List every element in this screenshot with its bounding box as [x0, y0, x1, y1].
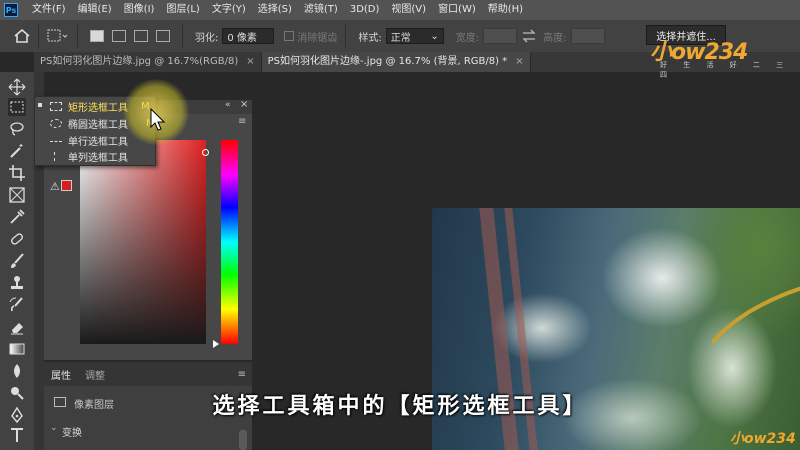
style-label: 样式:: [358, 32, 382, 44]
height-label: 高度:: [543, 32, 567, 44]
rectangular-marquee-tool-icon[interactable]: [8, 98, 26, 116]
close-icon[interactable]: ×: [246, 52, 254, 72]
width-input[interactable]: [483, 28, 518, 44]
panel-menu-icon[interactable]: ≡: [238, 116, 246, 127]
divider: [182, 25, 183, 47]
divider: [345, 25, 347, 47]
gradient-tool-icon[interactable]: [8, 340, 26, 358]
intersect-selection-mode-icon[interactable]: [156, 30, 170, 42]
hue-slider-handle-icon[interactable]: [213, 340, 219, 348]
gamut-color-swatch[interactable]: [61, 180, 72, 191]
watermark-slogan: 好 生 活 好 二 三 四: [660, 61, 791, 79]
panel-menu-icon[interactable]: ≡: [238, 369, 246, 380]
tab-label: PS如何羽化图片边缘.jpg @ 16.7%(RGB/8): [40, 56, 239, 67]
divider: [77, 25, 78, 47]
brush-tool-icon[interactable]: [8, 252, 26, 270]
close-icon[interactable]: ×: [240, 99, 248, 110]
history-brush-tool-icon[interactable]: [8, 296, 26, 314]
crop-tool-icon[interactable]: [8, 164, 26, 182]
menu-window[interactable]: 窗口(W): [432, 0, 482, 20]
video-caption: 选择工具箱中的【矩形选框工具】: [212, 394, 588, 419]
clone-stamp-tool-icon[interactable]: [8, 274, 26, 292]
single-column-marquee-icon: [54, 151, 58, 161]
chevron-down-icon: ⌄: [430, 30, 439, 42]
eyedropper-tool-icon[interactable]: [8, 208, 26, 226]
flyout-item-label: 单行选框工具: [68, 136, 128, 148]
feather-label: 羽化:: [195, 32, 219, 44]
menu-edit[interactable]: 编辑(E): [72, 0, 118, 20]
marquee-preset-icon[interactable]: [47, 28, 69, 44]
properties-scrollbar[interactable]: [239, 430, 247, 450]
flyout-item-label: 单列选框工具: [68, 152, 128, 164]
transform-section-label[interactable]: 变换: [62, 424, 82, 439]
elliptical-marquee-icon: [50, 118, 62, 128]
menu-layer[interactable]: 图层(L): [160, 0, 205, 20]
divider: [38, 25, 39, 47]
photoshop-logo-icon: Ps: [4, 3, 18, 17]
add-selection-mode-icon[interactable]: [112, 30, 126, 42]
color-picker-handle[interactable]: [202, 149, 209, 156]
frame-tool-icon[interactable]: [8, 186, 26, 204]
antialias-checkbox[interactable]: [284, 31, 295, 41]
hue-slider[interactable]: [221, 140, 238, 344]
swap-dimensions-icon[interactable]: [521, 29, 537, 43]
rectangular-marquee-icon: [50, 101, 62, 111]
menu-type[interactable]: 文字(Y): [206, 0, 252, 20]
subtract-selection-mode-icon[interactable]: [134, 30, 148, 42]
type-tool-icon[interactable]: [8, 426, 26, 444]
height-input[interactable]: [570, 28, 605, 44]
move-tool-icon[interactable]: [8, 78, 26, 96]
document-tab[interactable]: PS如何羽化图片边缘.jpg @ 16.7%(RGB/8) ×: [34, 52, 262, 72]
style-value: 正常: [390, 32, 411, 44]
watermark-logo-bottom: 小ow234: [730, 431, 796, 447]
feather-input[interactable]: 0 像素: [222, 28, 275, 44]
tab-properties[interactable]: 属性: [44, 367, 78, 382]
new-selection-mode-icon[interactable]: [90, 30, 104, 42]
document-tab-active[interactable]: PS如何羽化图片边缘-.jpg @ 16.7% (背景, RGB/8) * ×: [261, 52, 531, 72]
tab-adjustments[interactable]: 调整: [78, 367, 112, 382]
tab-label: PS如何羽化图片边缘-.jpg @ 16.7% (背景, RGB/8) *: [267, 56, 508, 67]
width-label: 宽度:: [455, 32, 480, 44]
mouse-cursor-icon: [150, 108, 166, 131]
flyout-single-column-marquee[interactable]: 单列选框工具: [35, 148, 155, 164]
flyout-item-label: 矩形选框工具: [68, 102, 128, 114]
magic-wand-tool-icon[interactable]: [8, 142, 26, 160]
menu-select[interactable]: 选择(S): [252, 0, 298, 20]
menu-image[interactable]: 图像(I): [118, 0, 161, 20]
menu-bar: Ps 文件(F) 编辑(E) 图像(I) 图层(L) 文字(Y) 选择(S) 滤…: [0, 0, 800, 20]
image-detail: [712, 286, 800, 345]
menu-filter[interactable]: 滤镜(T): [298, 0, 344, 20]
menu-view[interactable]: 视图(V): [385, 0, 432, 20]
single-row-marquee-icon: [50, 140, 62, 144]
close-icon[interactable]: ×: [515, 52, 523, 72]
menu-file[interactable]: 文件(F): [26, 0, 72, 20]
antialias-label: 消除锯齿: [297, 32, 338, 44]
healing-brush-tool-icon[interactable]: [8, 230, 26, 248]
chevron-down-icon[interactable]: ⌄: [50, 423, 58, 433]
menu-3d[interactable]: 3D(D): [344, 0, 386, 20]
style-select[interactable]: 正常 ⌄: [385, 28, 444, 44]
lasso-tool-icon[interactable]: [8, 120, 26, 138]
flyout-item-label: 椭圆选框工具: [68, 119, 128, 131]
gamut-warning-icon: ⚠: [50, 180, 60, 193]
blur-tool-icon[interactable]: [8, 362, 26, 380]
eraser-tool-icon[interactable]: [8, 318, 26, 336]
home-icon[interactable]: [14, 29, 30, 43]
color-picker-field[interactable]: [80, 140, 206, 344]
properties-tab-bar: 属性 调整 ≡: [44, 362, 252, 386]
menu-help[interactable]: 帮助(H): [482, 0, 529, 20]
collapse-panel-icon[interactable]: «: [225, 100, 231, 110]
